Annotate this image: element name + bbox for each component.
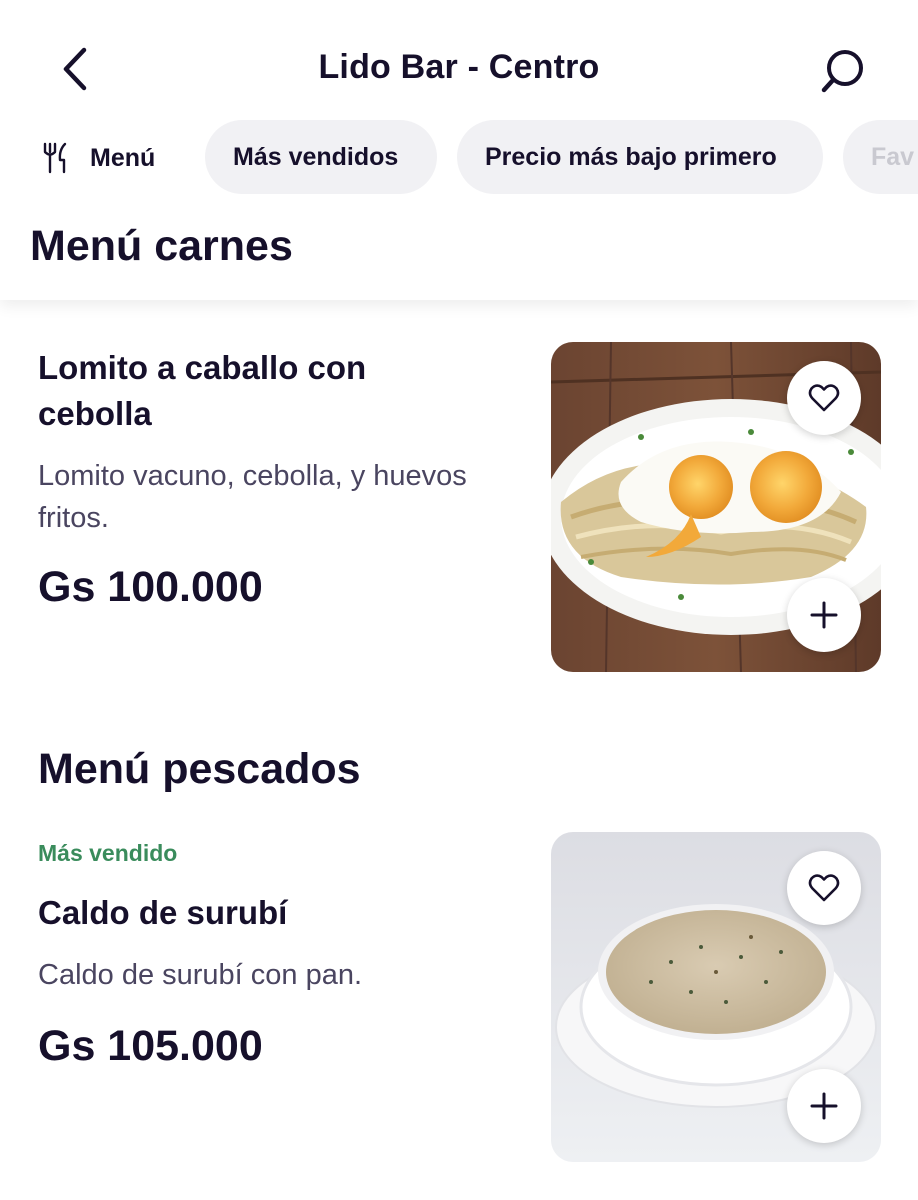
filter-bar: Menú Más vendidos Precio más bajo primer… — [0, 120, 918, 196]
page-title: Lido Bar - Centro — [318, 48, 600, 86]
favorite-button[interactable] — [787, 851, 861, 925]
item-description: Caldo de surubí con pan. — [38, 959, 363, 991]
fork-knife-icon — [43, 142, 67, 174]
chip-best-sellers[interactable]: Más vendidos — [205, 120, 437, 194]
heart-icon — [808, 874, 840, 902]
add-to-cart-button[interactable] — [787, 1069, 861, 1143]
top-header: Lido Bar - Centro Menú Más vendidos Prec… — [0, 0, 918, 300]
plus-icon — [810, 1092, 838, 1120]
menu-tab[interactable]: Menú — [40, 120, 155, 196]
best-seller-badge: Más vendido — [38, 840, 178, 866]
menu-tab-label: Menú — [90, 143, 156, 172]
chip-favorites[interactable]: Fav — [843, 120, 918, 194]
item-price: Gs 105.000 — [38, 1022, 263, 1070]
item-name: Caldo de surubí — [38, 894, 288, 931]
search-icon — [821, 50, 863, 93]
chip-lowest-price[interactable]: Precio más bajo primero — [457, 120, 823, 194]
section-title-carnes: Menú carnes — [30, 222, 293, 270]
search-button[interactable] — [816, 44, 870, 98]
